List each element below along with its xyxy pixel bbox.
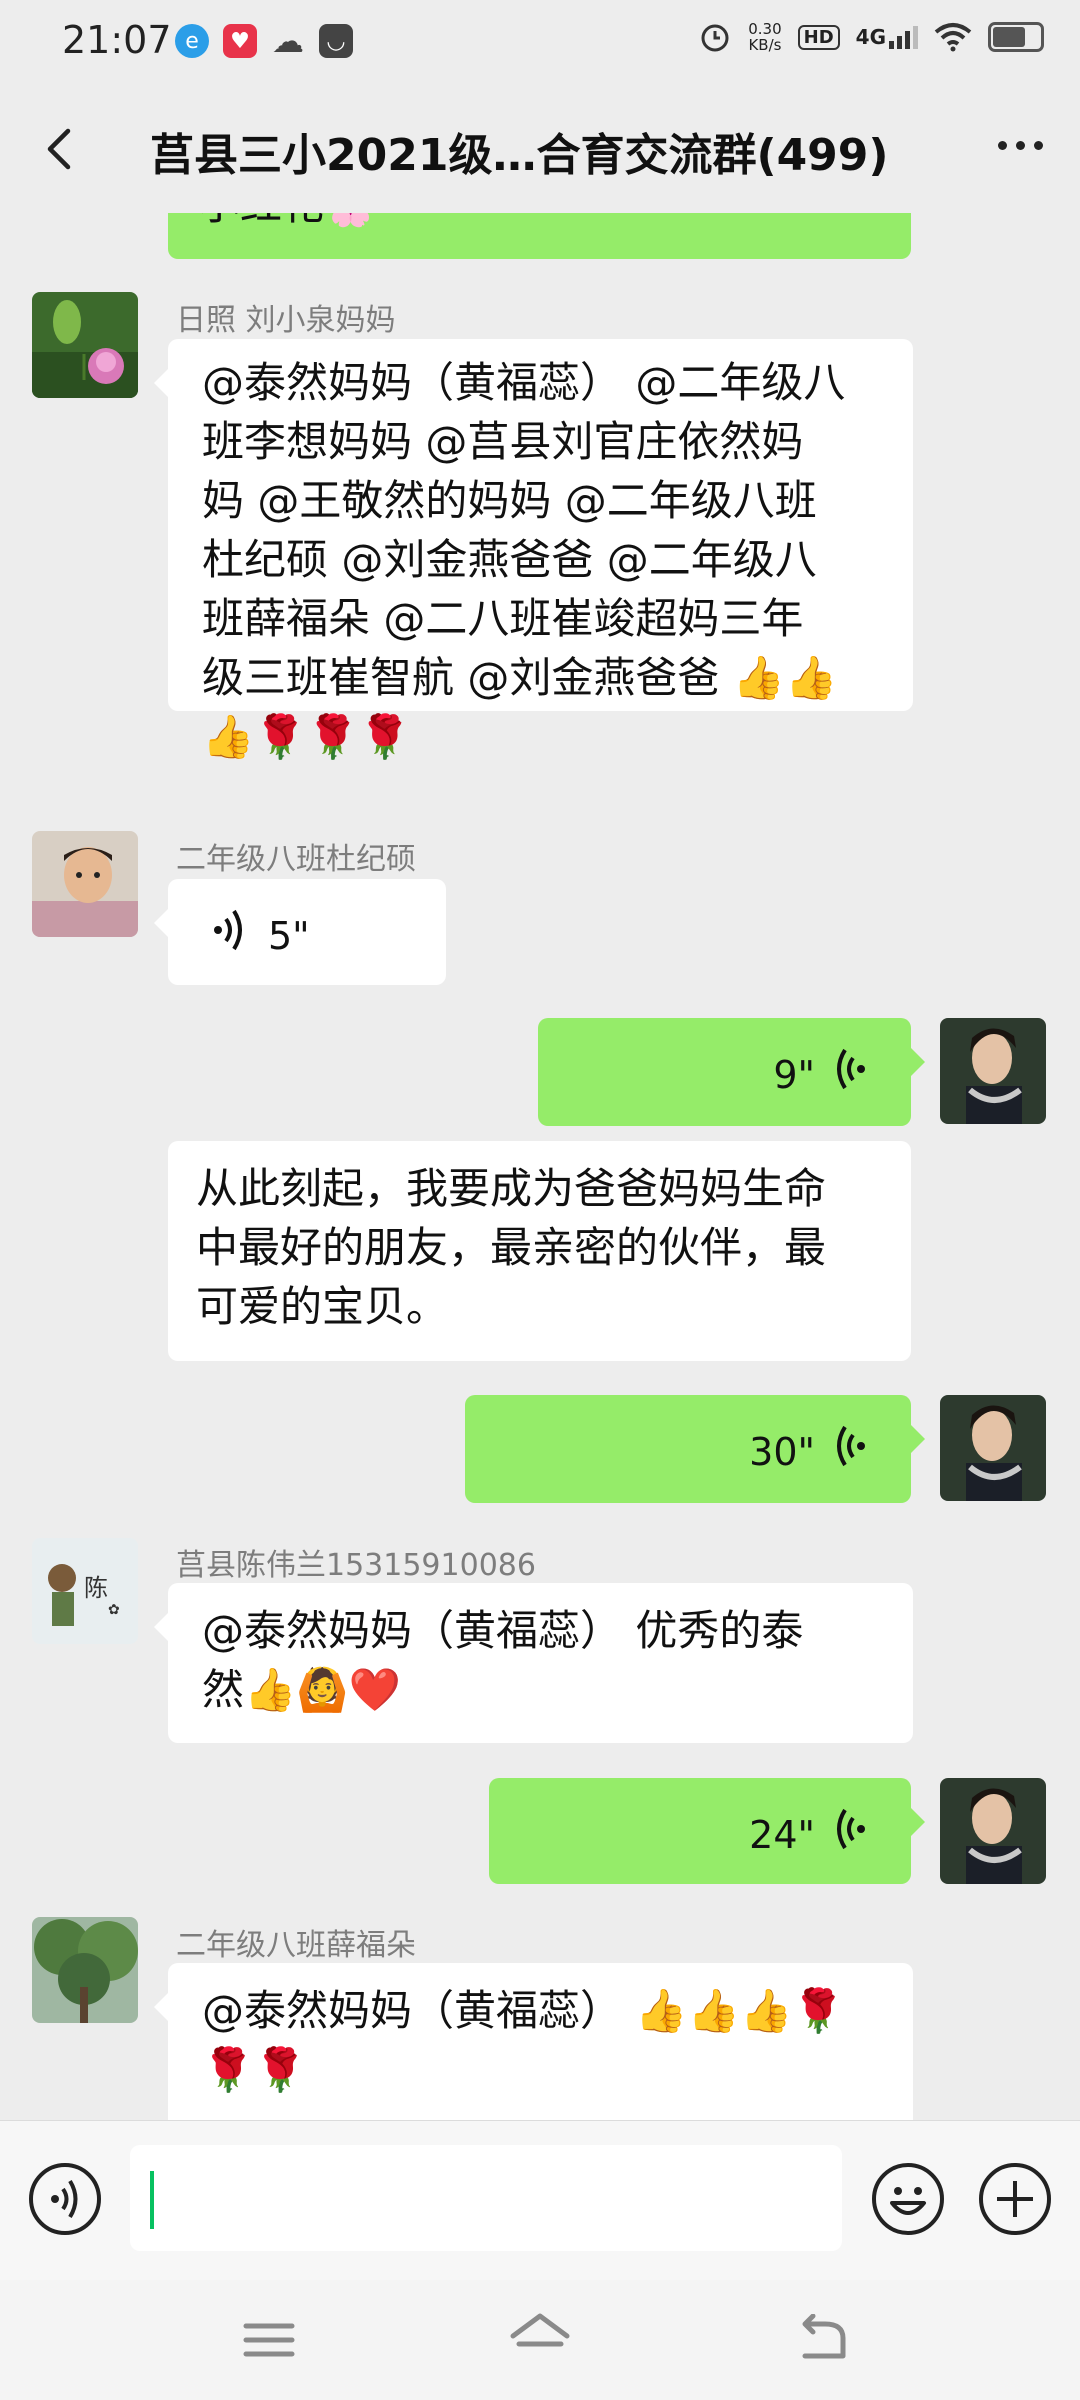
message-line: 从此刻起，我要成为爸爸妈妈生命 — [196, 1164, 827, 1213]
input-bar — [0, 2120, 1080, 2281]
status-bar: 21:07 e ♥ ☁ ◡ 0.30 KB/s HD 4G — [0, 0, 1080, 85]
home-icon[interactable] — [505, 2310, 575, 2366]
sender-name: 日照 刘小泉妈妈 — [176, 303, 396, 338]
voice-wave-icon — [214, 909, 242, 951]
voice-input-icon — [51, 2179, 78, 2219]
svg-text:陈: 陈 — [84, 1574, 108, 1602]
svg-text:✿: ✿ — [108, 1602, 120, 1618]
my-avatar[interactable] — [940, 1395, 1046, 1501]
voice-wave-icon — [837, 1808, 865, 1850]
message-line: @泰然妈妈（黄福蕊） @二年级八 — [202, 358, 846, 407]
emoji-smile-icon — [890, 2187, 926, 2215]
network-type: 4G — [855, 25, 886, 49]
message-text: 小红花🌸 — [198, 213, 376, 229]
sender-name: 二年级八班杜纪硕 — [176, 842, 416, 877]
voice-wave-icon — [837, 1425, 865, 1467]
message-line: @泰然妈妈（黄福蕊） 优秀的泰 — [202, 1606, 804, 1655]
message-line: 👍🌹🌹🌹 — [202, 712, 412, 761]
message-line: 杜纪硕 @刘金燕爸爸 @二年级八 — [202, 535, 817, 584]
voice-message[interactable]: 24" — [489, 1778, 925, 1884]
more-button[interactable] — [990, 125, 1050, 165]
message-bubble[interactable]: @泰然妈妈（黄福蕊） 👍👍👍🌹 🌹🌹 — [154, 1963, 913, 2120]
voice-duration: 9" — [773, 1053, 815, 1097]
wifi-icon — [934, 23, 972, 52]
browser-icon: e — [175, 24, 209, 58]
message-line: 妈 @王敬然的妈妈 @二年级八班 — [202, 476, 817, 525]
message-line: 班李想妈妈 @莒县刘官庄依然妈 — [202, 417, 804, 466]
status-right-icons: 0.30 KB/s HD 4G — [698, 20, 1044, 54]
network-speed-unit: KB/s — [748, 36, 782, 54]
message-line: 中最好的朋友，最亲密的伙伴，最 — [196, 1223, 827, 1272]
voice-wave-icon — [837, 1048, 865, 1090]
voice-input-button[interactable] — [29, 2163, 101, 2235]
signal-icon: 4G — [856, 25, 918, 49]
avatar[interactable] — [32, 1917, 138, 2023]
voice-message[interactable]: 30" — [465, 1395, 925, 1503]
sender-name: 二年级八班薛福朵 — [176, 1928, 416, 1963]
battery-icon — [988, 22, 1044, 52]
voice-message[interactable]: 9" — [538, 1018, 925, 1126]
voice-duration: 24" — [749, 1813, 815, 1857]
avatar[interactable]: 陈 ✿ — [32, 1538, 138, 1644]
sender-name: 莒县陈伟兰15315910086 — [176, 1548, 536, 1583]
chat-header: 莒县三小2021级…合育交流群(499) — [0, 85, 1080, 213]
chat-title: 莒县三小2021级…合育交流群(499) — [150, 130, 889, 181]
status-time: 21:07 — [62, 18, 172, 62]
message-bubble-partial[interactable]: 小红花🌸 — [168, 213, 911, 259]
voice-duration: 30" — [749, 1430, 815, 1474]
hd-icon: HD — [797, 24, 840, 50]
message-line: 然👍🙆❤️ — [202, 1665, 401, 1714]
emoji-button[interactable] — [872, 2163, 944, 2235]
message-line: 级三班崔智航 @刘金燕爸爸 👍👍 — [202, 653, 838, 702]
system-nav-bar — [0, 2280, 1080, 2400]
more-dots-icon — [997, 140, 1007, 150]
network-speed-value: 0.30 — [748, 20, 782, 38]
message-bubble[interactable]: 从此刻起，我要成为爸爸妈妈生命 中最好的朋友，最亲密的伙伴，最 可爱的宝贝。 — [168, 1141, 911, 1361]
back-button[interactable] — [34, 121, 90, 177]
back-arrow-icon[interactable] — [795, 2314, 855, 2366]
plus-icon — [997, 2181, 1033, 2217]
chevron-left-icon — [47, 128, 71, 170]
my-avatar[interactable] — [940, 1018, 1046, 1124]
voice-message[interactable]: 5" — [154, 879, 446, 985]
text-caret — [150, 2171, 154, 2229]
message-input[interactable] — [130, 2145, 842, 2251]
message-box-icon: ◡ — [319, 24, 353, 58]
my-avatar[interactable] — [940, 1778, 1046, 1884]
menu-icon[interactable] — [240, 2316, 300, 2366]
message-line: 🌹🌹 — [202, 2045, 307, 2094]
message-line: 可爱的宝贝。 — [196, 1282, 449, 1331]
message-list[interactable]: 小红花🌸 日照 刘小泉妈妈 @泰然妈妈（黄福蕊） @二年级八 班李想妈妈 @莒县… — [0, 213, 1080, 2120]
weather-cloud-icon: ☁ — [272, 22, 304, 60]
plus-button[interactable] — [979, 2163, 1051, 2235]
network-speed: 0.30 KB/s — [748, 21, 781, 53]
health-app-icon: ♥ — [223, 24, 257, 58]
message-line: @泰然妈妈（黄福蕊） 👍👍👍🌹 — [202, 1986, 845, 2035]
alarm-icon — [701, 24, 729, 52]
avatar[interactable] — [32, 292, 138, 398]
message-line: 班薛福朵 @二八班崔竣超妈三年 — [202, 594, 804, 643]
voice-duration: 5" — [268, 914, 310, 958]
notification-icons: e ♥ ☁ ◡ — [175, 22, 353, 60]
message-bubble[interactable]: @泰然妈妈（黄福蕊） 优秀的泰 然👍🙆❤️ — [154, 1583, 913, 1743]
avatar[interactable] — [32, 831, 138, 937]
message-bubble[interactable]: @泰然妈妈（黄福蕊） @二年级八 班李想妈妈 @莒县刘官庄依然妈 妈 @王敬然的… — [154, 339, 913, 761]
